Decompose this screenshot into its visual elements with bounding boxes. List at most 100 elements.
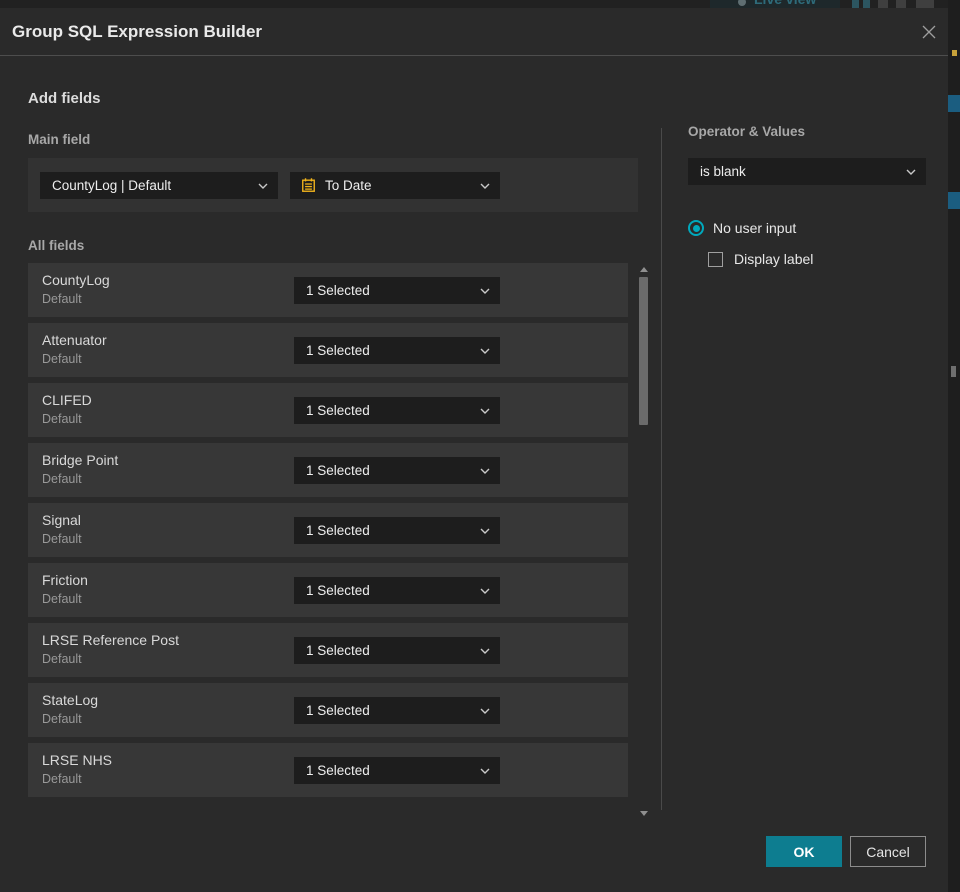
field-subtitle: Default	[42, 412, 82, 426]
field-selection-value: 1 Selected	[306, 583, 370, 598]
dialog-group-sql-expression-builder: Group SQL Expression Builder Add fields …	[0, 8, 948, 892]
display-label-checkbox[interactable]: Display label	[708, 251, 813, 267]
field-selection-value: 1 Selected	[306, 523, 370, 538]
field-name: Attenuator	[42, 332, 107, 348]
calendar-icon	[300, 177, 317, 194]
field-row: StateLog Default 1 Selected	[28, 683, 628, 737]
scrollbar[interactable]	[637, 263, 651, 820]
field-name: CountyLog	[42, 272, 110, 288]
field-name: StateLog	[42, 692, 99, 708]
field-selection-dropdown[interactable]: 1 Selected	[294, 637, 500, 664]
radio-label: No user input	[713, 220, 797, 236]
operator-values-label: Operator & Values	[688, 124, 806, 139]
field-selection-dropdown[interactable]: 1 Selected	[294, 577, 500, 604]
field-selection-dropdown[interactable]: 1 Selected	[294, 517, 500, 544]
field-subtitle: Default	[42, 472, 82, 486]
cancel-button[interactable]: Cancel	[850, 836, 926, 867]
field-selection-value: 1 Selected	[306, 403, 370, 418]
scrollbar-thumb[interactable]	[639, 277, 648, 425]
field-name: CLIFED	[42, 392, 92, 408]
add-fields-heading: Add fields	[28, 90, 101, 107]
field-selection-value: 1 Selected	[306, 643, 370, 658]
field-selection-dropdown[interactable]: 1 Selected	[294, 757, 500, 784]
field-row: CountyLog Default 1 Selected	[28, 263, 628, 317]
date-type-dropdown-value: To Date	[325, 178, 372, 193]
dialog-header: Group SQL Expression Builder	[0, 8, 948, 56]
field-subtitle: Default	[42, 532, 82, 546]
checkbox-icon	[708, 251, 723, 267]
field-selection-dropdown[interactable]: 1 Selected	[294, 697, 500, 724]
screen: Live view Group SQL Expression Builder A…	[0, 0, 960, 892]
main-field-panel: CountyLog | Default To Date	[28, 158, 638, 212]
field-selection-value: 1 Selected	[306, 343, 370, 358]
scroll-up-icon[interactable]	[640, 267, 648, 272]
field-row: CLIFED Default 1 Selected	[28, 383, 628, 437]
chevron-down-icon	[480, 468, 490, 474]
background-app-edge	[948, 0, 960, 892]
all-fields-label: All fields	[28, 238, 85, 253]
field-name: Friction	[42, 572, 88, 588]
main-field-dropdown[interactable]: CountyLog | Default	[40, 172, 278, 199]
field-subtitle: Default	[42, 712, 82, 726]
chevron-down-icon	[480, 528, 490, 534]
field-selection-value: 1 Selected	[306, 703, 370, 718]
chevron-down-icon	[480, 408, 490, 414]
field-selection-dropdown[interactable]: 1 Selected	[294, 397, 500, 424]
panel-divider	[661, 128, 662, 810]
ok-button[interactable]: OK	[766, 836, 842, 867]
live-view-dot-icon	[738, 0, 746, 6]
chevron-down-icon	[258, 183, 268, 189]
field-name: Bridge Point	[42, 452, 119, 468]
background-toolbar-fragment	[896, 0, 906, 8]
chevron-down-icon	[480, 348, 490, 354]
field-name: LRSE Reference Post	[42, 632, 179, 648]
background-edge-fragment	[948, 192, 960, 209]
field-row: Signal Default 1 Selected	[28, 503, 628, 557]
field-selection-dropdown[interactable]: 1 Selected	[294, 457, 500, 484]
field-subtitle: Default	[42, 772, 82, 786]
close-icon[interactable]	[916, 19, 942, 45]
field-subtitle: Default	[42, 652, 82, 666]
field-selection-value: 1 Selected	[306, 463, 370, 478]
chevron-down-icon	[480, 768, 490, 774]
field-row: Friction Default 1 Selected	[28, 563, 628, 617]
live-view-button: Live view	[710, 0, 840, 8]
radio-button-icon	[688, 220, 704, 236]
field-subtitle: Default	[42, 592, 82, 606]
chevron-down-icon	[480, 288, 490, 294]
live-view-label: Live view	[754, 0, 816, 7]
chevron-down-icon	[480, 648, 490, 654]
field-subtitle: Default	[42, 352, 82, 366]
field-row: Bridge Point Default 1 Selected	[28, 443, 628, 497]
no-user-input-radio[interactable]: No user input	[688, 220, 796, 236]
field-selection-value: 1 Selected	[306, 283, 370, 298]
background-edge-fragment	[951, 366, 956, 377]
scroll-down-icon[interactable]	[640, 811, 648, 816]
chevron-down-icon	[906, 169, 916, 175]
background-toolbar-fragment	[863, 0, 870, 8]
background-edge-fragment	[952, 50, 957, 56]
field-subtitle: Default	[42, 292, 82, 306]
main-field-dropdown-value: CountyLog | Default	[52, 178, 172, 193]
field-row: Attenuator Default 1 Selected	[28, 323, 628, 377]
field-selection-value: 1 Selected	[306, 763, 370, 778]
background-toolbar-fragment	[852, 0, 859, 8]
operator-dropdown-value: is blank	[700, 164, 746, 179]
date-type-dropdown[interactable]: To Date	[290, 172, 500, 199]
field-row: LRSE Reference Post Default 1 Selected	[28, 623, 628, 677]
checkbox-label: Display label	[734, 251, 814, 267]
field-name: LRSE NHS	[42, 752, 113, 768]
dialog-title: Group SQL Expression Builder	[12, 22, 263, 41]
background-app-toolbar: Live view	[0, 0, 960, 8]
background-toolbar-fragment	[916, 0, 934, 8]
field-selection-dropdown[interactable]: 1 Selected	[294, 337, 500, 364]
field-selection-dropdown[interactable]: 1 Selected	[294, 277, 500, 304]
operator-dropdown[interactable]: is blank	[688, 158, 926, 185]
field-row: LRSE NHS Default 1 Selected	[28, 743, 628, 797]
chevron-down-icon	[480, 708, 490, 714]
chevron-down-icon	[480, 183, 490, 189]
chevron-down-icon	[480, 588, 490, 594]
background-edge-fragment	[948, 95, 960, 112]
background-toolbar-fragment	[878, 0, 888, 8]
main-field-label: Main field	[28, 132, 91, 147]
